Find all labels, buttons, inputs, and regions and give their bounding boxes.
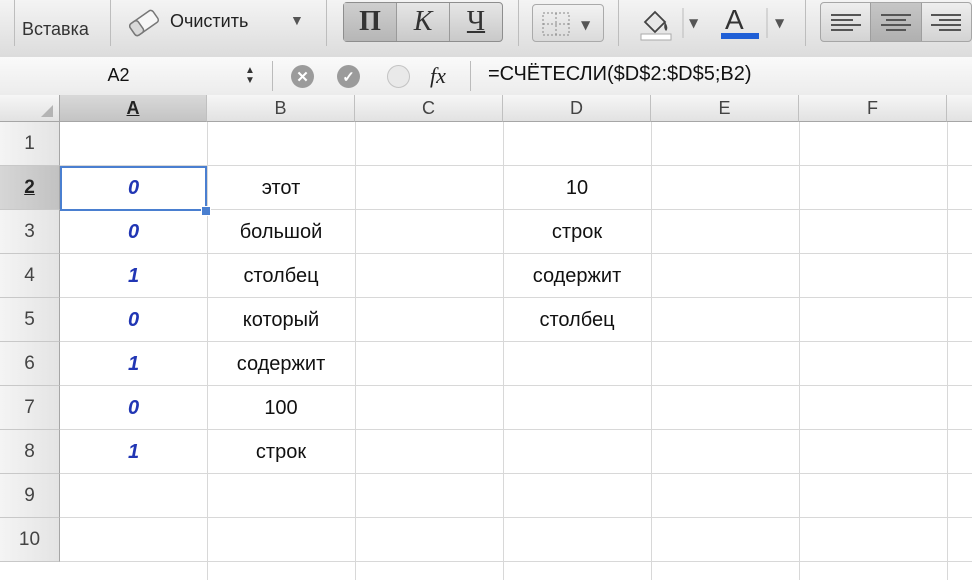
column-header-b[interactable]: B <box>207 95 355 122</box>
cancel-icon[interactable]: ✕ <box>291 65 314 88</box>
italic-button[interactable]: К <box>397 3 450 41</box>
gridline <box>355 122 356 580</box>
font-color-button[interactable]: A ▼ <box>715 2 793 44</box>
font-style-group: П К Ч <box>343 2 503 42</box>
select-all-corner[interactable] <box>0 95 60 122</box>
formula-input[interactable]: =СЧЁТЕСЛИ($D$2:$D$5;B2) <box>488 63 752 86</box>
cell-a8[interactable]: 1 <box>60 430 207 474</box>
column-header-c[interactable]: C <box>355 95 503 122</box>
bold-button[interactable]: П <box>344 3 397 41</box>
cell-a7[interactable]: 0 <box>60 386 207 430</box>
underline-button[interactable]: Ч <box>450 3 502 41</box>
cell-d3[interactable]: строк <box>503 210 651 254</box>
eraser-icon[interactable] <box>124 6 164 40</box>
row-header-10[interactable]: 10 <box>0 518 60 562</box>
cell-b8[interactable]: строк <box>207 430 355 474</box>
clear-button[interactable]: Очистить <box>170 11 248 32</box>
row-header-9[interactable]: 9 <box>0 474 60 518</box>
borders-button[interactable]: ▼ <box>532 4 604 42</box>
svg-text:▼: ▼ <box>581 18 591 32</box>
active-cell-border <box>60 166 207 211</box>
ribbon-toolbar: Вставка Очистить ▼ П К Ч ▼ ▼ A ▼ <box>0 0 972 58</box>
cell-d5[interactable]: столбец <box>503 298 651 342</box>
divider <box>805 0 806 46</box>
svg-text:▼: ▼ <box>689 16 699 30</box>
cell-b2[interactable]: этот <box>207 166 355 210</box>
column-header-e[interactable]: E <box>651 95 799 122</box>
name-box-stepper-icon[interactable]: ▲ ▼ <box>238 59 262 92</box>
align-center-button[interactable] <box>871 3 922 41</box>
confirm-icon[interactable]: ✓ <box>337 65 360 88</box>
cell-d2[interactable]: 10 <box>503 166 651 210</box>
spreadsheet-grid: A B C D E F 1 2 3 4 5 6 7 8 9 10 0 0 1 0… <box>0 95 972 580</box>
row-header-7[interactable]: 7 <box>0 386 60 430</box>
cell-b7[interactable]: 100 <box>207 386 355 430</box>
divider <box>518 0 519 46</box>
row-header-3[interactable]: 3 <box>0 210 60 254</box>
row-header-5[interactable]: 5 <box>0 298 60 342</box>
column-header-f[interactable]: F <box>799 95 947 122</box>
row-header-2[interactable]: 2 <box>0 166 60 210</box>
row-header-6[interactable]: 6 <box>0 342 60 386</box>
divider <box>14 0 15 46</box>
cell-b5[interactable]: который <box>207 298 355 342</box>
alignment-group <box>820 2 972 42</box>
name-box[interactable]: A2 <box>0 59 237 92</box>
cell-a4[interactable]: 1 <box>60 254 207 298</box>
chevron-down-icon[interactable]: ▼ <box>290 12 304 28</box>
cell-a3[interactable]: 0 <box>60 210 207 254</box>
gridline <box>799 122 800 580</box>
formula-bar: A2 ▲ ▼ ✕ ✓ fx =СЧЁТЕСЛИ($D$2:$D$5;B2) <box>0 57 972 96</box>
gridline <box>947 122 948 580</box>
align-left-button[interactable] <box>821 3 872 41</box>
gridline <box>651 122 652 580</box>
svg-text:▼: ▼ <box>775 16 785 30</box>
divider <box>618 0 619 46</box>
column-header-d[interactable]: D <box>503 95 651 122</box>
font-color-swatch <box>721 33 759 39</box>
align-right-button[interactable] <box>922 3 971 41</box>
fill-color-button[interactable]: ▼ <box>629 2 709 44</box>
gridline <box>60 517 972 518</box>
cell-b6[interactable]: содержит <box>207 342 355 386</box>
column-header-a[interactable]: A <box>60 95 207 122</box>
cell-a5[interactable]: 0 <box>60 298 207 342</box>
column-header-g[interactable] <box>947 95 972 122</box>
row-header-1[interactable]: 1 <box>0 122 60 166</box>
cell-b3[interactable]: большой <box>207 210 355 254</box>
divider <box>272 61 273 91</box>
row-header-4[interactable]: 4 <box>0 254 60 298</box>
cell-b4[interactable]: столбец <box>207 254 355 298</box>
divider <box>326 0 327 46</box>
paste-button[interactable]: Вставка <box>22 19 89 40</box>
fill-handle[interactable] <box>201 206 211 216</box>
fx-label[interactable]: fx <box>430 63 446 89</box>
insert-function-icon[interactable] <box>387 65 410 88</box>
font-color-glyph: A <box>725 4 744 35</box>
gridline <box>60 561 972 562</box>
divider <box>470 61 471 91</box>
cell-d4[interactable]: содержит <box>503 254 651 298</box>
cell-a6[interactable]: 1 <box>60 342 207 386</box>
divider <box>110 0 111 46</box>
row-header-8[interactable]: 8 <box>0 430 60 474</box>
